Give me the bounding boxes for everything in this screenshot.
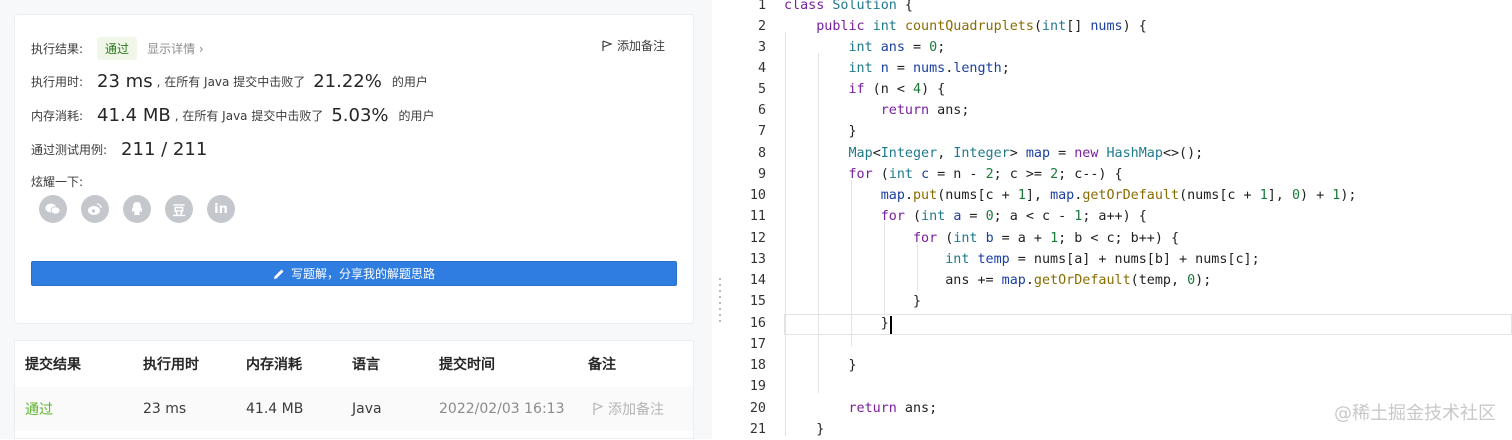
code-line: 2 public int countQuadruplets(int[] nums… xyxy=(757,19,1147,35)
code-line: 16 } xyxy=(749,316,889,332)
code-line: 4 int n = nums.length; xyxy=(757,61,1010,77)
linkedin-glyph: in xyxy=(214,201,228,217)
col-runtime: 执行用时 xyxy=(143,357,199,373)
code-editor[interactable]: 1 class Solution { 2 public int countQuad… xyxy=(728,0,1512,439)
result-row: 执行结果: 通过 显示详情 › xyxy=(31,37,204,60)
flag-icon xyxy=(602,39,613,51)
runtime-beat-text: , 在所有 Java 提交中击败了 xyxy=(156,75,306,89)
code-line: 5 if (n < 4) { xyxy=(757,82,946,98)
row-add-note-button[interactable]: 添加备注 xyxy=(592,387,664,431)
table-header: 提交结果 执行用时 内存消耗 语言 提交时间 备注 xyxy=(15,341,693,387)
col-status: 提交结果 xyxy=(25,357,81,373)
row-submit-time: 2022/02/03 16:13 xyxy=(439,401,565,417)
code-line: 9 for (int c = n - 2; c >= 2; c--) { xyxy=(757,167,1123,183)
douban-glyph: 豆 xyxy=(172,203,186,219)
code-line: 1 class Solution { xyxy=(757,0,913,14)
runtime-label: 执行用时: xyxy=(31,75,84,89)
row-runtime: 23 ms xyxy=(143,401,187,417)
memory-beat-text: , 在所有 Java 提交中击败了 xyxy=(174,109,324,123)
write-solution-button[interactable]: 写题解，分享我的解题思路 xyxy=(31,261,677,286)
col-note: 备注 xyxy=(588,357,616,373)
code-line: 6 return ans; xyxy=(757,103,970,119)
row-add-note-label: 添加备注 xyxy=(608,402,664,418)
code-line: 12 for (int b = a + 1; b < c; b++) { xyxy=(749,231,1180,247)
code-line: 15 } xyxy=(749,294,922,310)
show-details-link[interactable]: 显示详情 › xyxy=(147,40,204,57)
runtime-value: 23 ms xyxy=(97,71,153,92)
code-line: 18 } xyxy=(749,358,857,374)
col-memory: 内存消耗 xyxy=(246,357,302,373)
submission-panel: 执行结果: 通过 显示详情 › 添加备注 执行用时: 23 ms , 在所有 J… xyxy=(0,0,712,439)
runtime-percent: 21.22% xyxy=(313,71,382,92)
runtime-suffix: 的用户 xyxy=(391,75,428,89)
text-caret xyxy=(890,316,892,334)
memory-value: 41.4 MB xyxy=(97,105,171,126)
code-line: 10 map.put(nums[c + 1], map.getOrDefault… xyxy=(749,188,1357,204)
watermark: @稀土掘金技术社区 xyxy=(1334,403,1496,424)
memory-label: 内存消耗: xyxy=(31,109,84,123)
flag-icon xyxy=(593,402,604,415)
wechat-icon[interactable] xyxy=(39,195,67,223)
memory-row: 内存消耗: 41.4 MB , 在所有 Java 提交中击败了 5.03% 的用… xyxy=(31,105,435,126)
submissions-table: 提交结果 执行用时 内存消耗 语言 提交时间 备注 通过 23 ms 41.4 … xyxy=(14,340,694,439)
col-submit-time: 提交时间 xyxy=(439,357,495,373)
memory-percent: 5.03% xyxy=(331,105,389,126)
tests-label: 通过测试用例: xyxy=(31,143,108,157)
add-note-label: 添加备注 xyxy=(616,39,665,53)
result-card: 执行结果: 通过 显示详情 › 添加备注 执行用时: 23 ms , 在所有 J… xyxy=(14,14,694,324)
pencil-icon xyxy=(273,269,284,279)
code-line: 13 int temp = nums[a] + nums[b] + nums[c… xyxy=(749,252,1260,268)
row-memory: 41.4 MB xyxy=(246,401,304,417)
linkedin-icon[interactable]: in xyxy=(207,195,235,223)
code-line: 17 xyxy=(749,337,766,353)
col-language: 语言 xyxy=(352,357,380,373)
qq-icon[interactable] xyxy=(123,195,151,223)
share-row: 炫耀一下: xyxy=(31,173,83,190)
code-line: 19 xyxy=(749,379,766,395)
share-icons: 豆 in xyxy=(39,195,235,223)
row-status[interactable]: 通过 xyxy=(25,387,53,431)
write-solution-label: 写题解，分享我的解题思路 xyxy=(290,267,435,281)
share-label: 炫耀一下: xyxy=(31,175,84,189)
add-note-button[interactable]: 添加备注 xyxy=(601,37,665,54)
memory-suffix: 的用户 xyxy=(398,109,435,123)
panel-resize-handle[interactable] xyxy=(718,278,722,328)
code-line: 8 Map<Integer, Integer> map = new HashMa… xyxy=(757,146,1204,162)
douban-icon[interactable]: 豆 xyxy=(165,195,193,223)
status-badge: 通过 xyxy=(97,37,138,60)
code-line: 14 ans += map.getOrDefault(temp, 0); xyxy=(749,273,1212,289)
weibo-icon[interactable] xyxy=(81,195,109,223)
row-language: Java xyxy=(352,401,382,417)
code-line: 11 for (int a = 0; a < c - 1; a++) { xyxy=(749,209,1147,225)
result-label: 执行结果: xyxy=(31,42,84,56)
runtime-row: 执行用时: 23 ms , 在所有 Java 提交中击败了 21.22% 的用户 xyxy=(31,71,428,92)
tests-row: 通过测试用例: 211 / 211 xyxy=(31,139,207,160)
code-line: 3 int ans = 0; xyxy=(757,40,946,56)
code-line: 7 } xyxy=(757,124,857,140)
tests-value: 211 / 211 xyxy=(121,139,208,160)
table-row[interactable]: 通过 23 ms 41.4 MB Java 2022/02/03 16:13 添… xyxy=(15,387,693,431)
